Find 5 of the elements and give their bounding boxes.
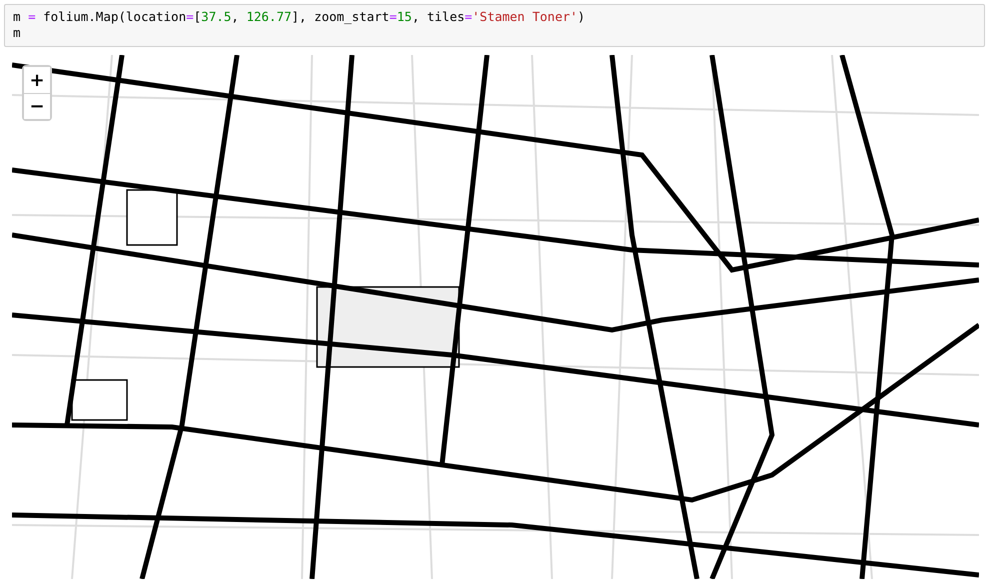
code-cell[interactable]: m = folium.Map(location=[37.5, 126.77], zoom_start=15, tiles='Stamen Toner') m <box>4 4 985 47</box>
zoom-out-button[interactable]: − <box>24 93 50 119</box>
code-line: m = folium.Map(location=[37.5, 126.77], zoom_start=15, tiles='Stamen Toner') <box>13 9 586 25</box>
map-view[interactable]: + − <box>12 55 979 579</box>
code-line: m <box>13 25 22 41</box>
